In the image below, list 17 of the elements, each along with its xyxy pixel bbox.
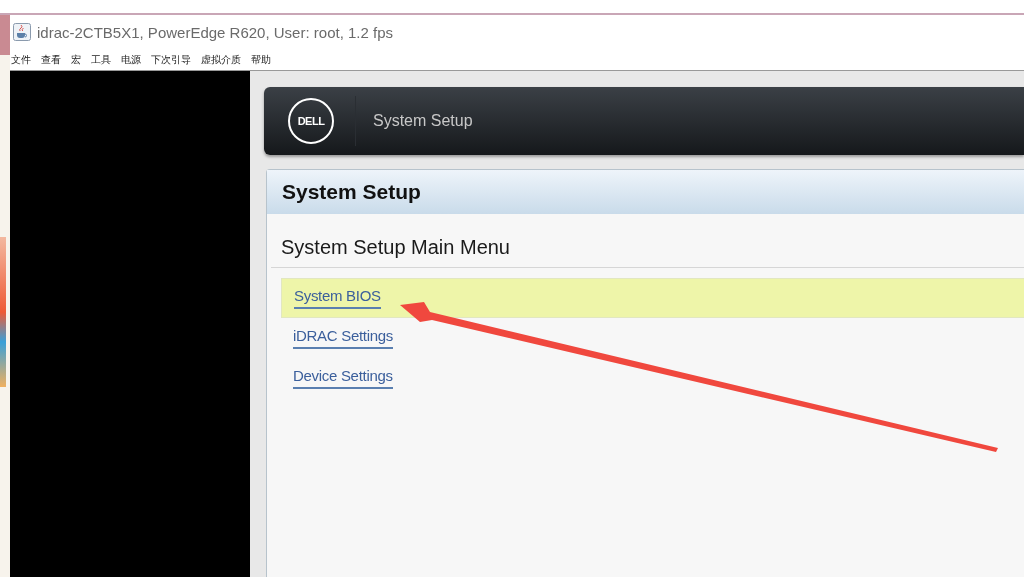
dell-logo: DELL	[288, 98, 334, 144]
panel-title: System Setup	[267, 170, 1024, 214]
menu-link[interactable]: Device Settings	[293, 367, 393, 389]
menu-item[interactable]: 虚拟介质	[201, 52, 241, 67]
window-title: idrac-2CTB5X1, PowerEdge R620, User: root, 1.2 fps	[37, 23, 393, 41]
menu-link[interactable]: iDRAC Settings	[293, 327, 393, 349]
menu-item[interactable]: 电源	[121, 52, 141, 67]
menu-item[interactable]: 工具	[91, 52, 111, 67]
menu-item[interactable]: 查看	[41, 52, 61, 67]
menu-item[interactable]: 帮助	[251, 52, 271, 67]
coffee-cup-icon	[13, 23, 31, 41]
header-title: System Setup	[373, 112, 473, 130]
menu-link[interactable]: System BIOS	[294, 287, 381, 309]
menu-heading: System Setup Main Menu	[271, 214, 1024, 268]
menu-item[interactable]: 文件	[11, 52, 31, 67]
menu-item[interactable]: 宏	[71, 52, 81, 67]
menu-item[interactable]: 下次引导	[151, 52, 191, 67]
